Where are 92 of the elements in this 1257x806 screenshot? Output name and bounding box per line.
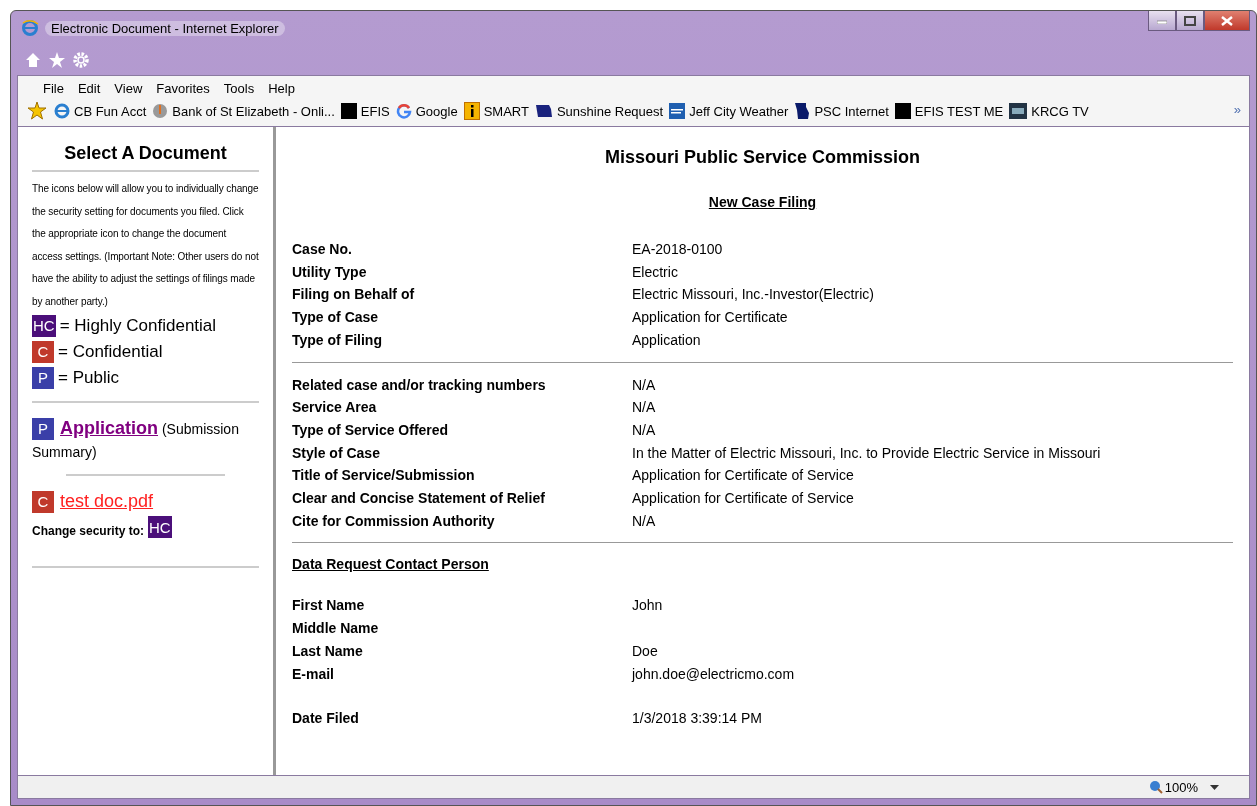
field-label: Related case and/or tracking numbers xyxy=(292,375,547,395)
field-value: Electric xyxy=(632,262,679,282)
security-badge[interactable]: P xyxy=(32,417,54,440)
field-value: john.doe@electricmo.com xyxy=(632,664,796,684)
security-badge: P xyxy=(32,367,54,389)
field-label: Filing on Behalf of xyxy=(292,285,416,305)
favorite-link[interactable]: Google xyxy=(395,103,458,119)
field-value: Electric Missouri, Inc.-Investor(Electric) xyxy=(632,285,875,305)
weather-icon xyxy=(669,103,686,119)
document-link[interactable]: test doc.pdf xyxy=(60,491,154,511)
field-label: Type of Service Offered xyxy=(292,420,450,440)
legend-label: = Highly Confidential xyxy=(59,315,217,337)
favorite-link[interactable]: EFIS xyxy=(340,103,390,119)
settings-icon[interactable] xyxy=(73,52,89,68)
star-icon[interactable] xyxy=(49,52,65,68)
favorite-link[interactable]: Jeff City Weather xyxy=(669,103,789,119)
field-label: Middle Name xyxy=(292,619,380,639)
field-label: Title of Service/Submission xyxy=(292,466,476,486)
favorite-link[interactable]: EFIS TEST ME xyxy=(894,103,1004,119)
field-value: John xyxy=(632,596,664,616)
dropdown-caret-icon[interactable] xyxy=(1210,784,1219,790)
field-label: Type of Filing xyxy=(292,330,383,350)
field-label: First Name xyxy=(292,596,366,616)
field-value: N/A xyxy=(632,420,657,440)
maximize-icon xyxy=(1184,15,1196,26)
sidebar-title: Select A Document xyxy=(32,127,259,172)
document-title: Missouri Public Service Commission xyxy=(603,147,922,168)
field-label: Utility Type xyxy=(292,262,368,282)
browser-icon xyxy=(21,19,39,37)
state-map-icon xyxy=(794,102,811,120)
security-badge[interactable]: HC xyxy=(148,516,172,538)
favorite-link[interactable]: KRCG TV xyxy=(1009,103,1089,119)
field-label: Case No. xyxy=(292,240,353,259)
minimize-icon xyxy=(1157,17,1167,24)
favorite-link[interactable]: SMART xyxy=(463,102,529,120)
minimize-button[interactable] xyxy=(1148,11,1176,31)
field-value: Doe xyxy=(632,641,659,661)
section-heading: Data Request Contact Person xyxy=(292,556,490,573)
favorite-link[interactable]: CB Fun Acct xyxy=(54,103,147,119)
security-badge: HC xyxy=(32,315,56,337)
close-button[interactable] xyxy=(1204,11,1250,31)
home-icon[interactable] xyxy=(25,52,41,68)
field-value: N/A xyxy=(632,375,657,395)
menu-item[interactable]: Edit xyxy=(70,79,108,98)
window-title: Electronic Document - Internet Explorer xyxy=(45,20,285,36)
field-value: EA-2018-0100 xyxy=(632,240,724,259)
field-value: Application for Certificate of Service xyxy=(632,489,855,509)
menu-item[interactable]: Help xyxy=(261,79,302,98)
field-value: Application xyxy=(632,330,702,350)
field-label: E-mail xyxy=(292,664,335,684)
info-icon xyxy=(463,102,480,120)
section-heading: New Case Filing xyxy=(707,194,818,210)
field-value: Application for Certificate of Service xyxy=(632,466,855,486)
close-icon xyxy=(1221,15,1233,26)
browser-icon xyxy=(54,103,70,119)
field-value: In the Matter of Electric Missouri, Inc. to Provide Electric Service in Missouri xyxy=(632,443,1102,463)
document-note: (Submission xyxy=(161,421,239,437)
menu-item[interactable]: Favorites xyxy=(149,79,217,98)
zoom-icon xyxy=(1148,780,1163,794)
field-label: Cite for Commission Authority xyxy=(292,511,496,531)
g-logo-icon xyxy=(395,103,412,119)
field-label: Date Filed xyxy=(292,709,360,729)
field-label: Type of Case xyxy=(292,308,380,328)
security-badge[interactable]: C xyxy=(32,490,54,513)
field-value: Application for Certificate xyxy=(632,308,789,328)
menu-item[interactable]: View xyxy=(107,79,150,98)
change-security-label: Change security to: xyxy=(32,524,145,538)
square-icon xyxy=(894,103,911,119)
menu-item[interactable]: File xyxy=(36,79,71,98)
favorite-link[interactable]: Bank of St Elizabeth - Onli... xyxy=(152,103,335,119)
legend-label: = Confidential xyxy=(58,341,163,363)
legend-label: = Public xyxy=(58,367,119,389)
more-favorites-button[interactable]: » xyxy=(1233,102,1241,117)
document-link[interactable]: Application xyxy=(60,418,158,438)
field-label: Style of Case xyxy=(292,443,381,463)
favorite-link[interactable]: PSC Internet xyxy=(794,102,889,120)
favorites-star-icon[interactable] xyxy=(28,102,48,120)
field-value: N/A xyxy=(632,511,657,531)
square-icon xyxy=(340,103,357,119)
field-value: 1/3/2018 3:39:14 PM xyxy=(632,709,763,729)
field-label: Last Name xyxy=(292,641,364,661)
zoom-control[interactable]: 100% xyxy=(1148,779,1198,795)
maximize-button[interactable] xyxy=(1176,11,1204,31)
field-value: N/A xyxy=(632,398,657,418)
tv-icon xyxy=(1009,103,1028,119)
document-note: Summary) xyxy=(32,444,97,460)
field-label: Clear and Concise Statement of Relief xyxy=(292,489,546,509)
field-label: Service Area xyxy=(292,398,378,418)
security-badge: C xyxy=(32,341,54,363)
menu-item[interactable]: Tools xyxy=(216,79,262,98)
instructions-text: The icons below will allow you to individually change the security setting for documents you filed. Click the appropriate icon to change the document access settings. (Important Note: Other users do not have the ability to adjust the settings of filings made by another party.) xyxy=(32,182,259,309)
favorite-link[interactable]: Sunshine Request xyxy=(534,103,664,119)
